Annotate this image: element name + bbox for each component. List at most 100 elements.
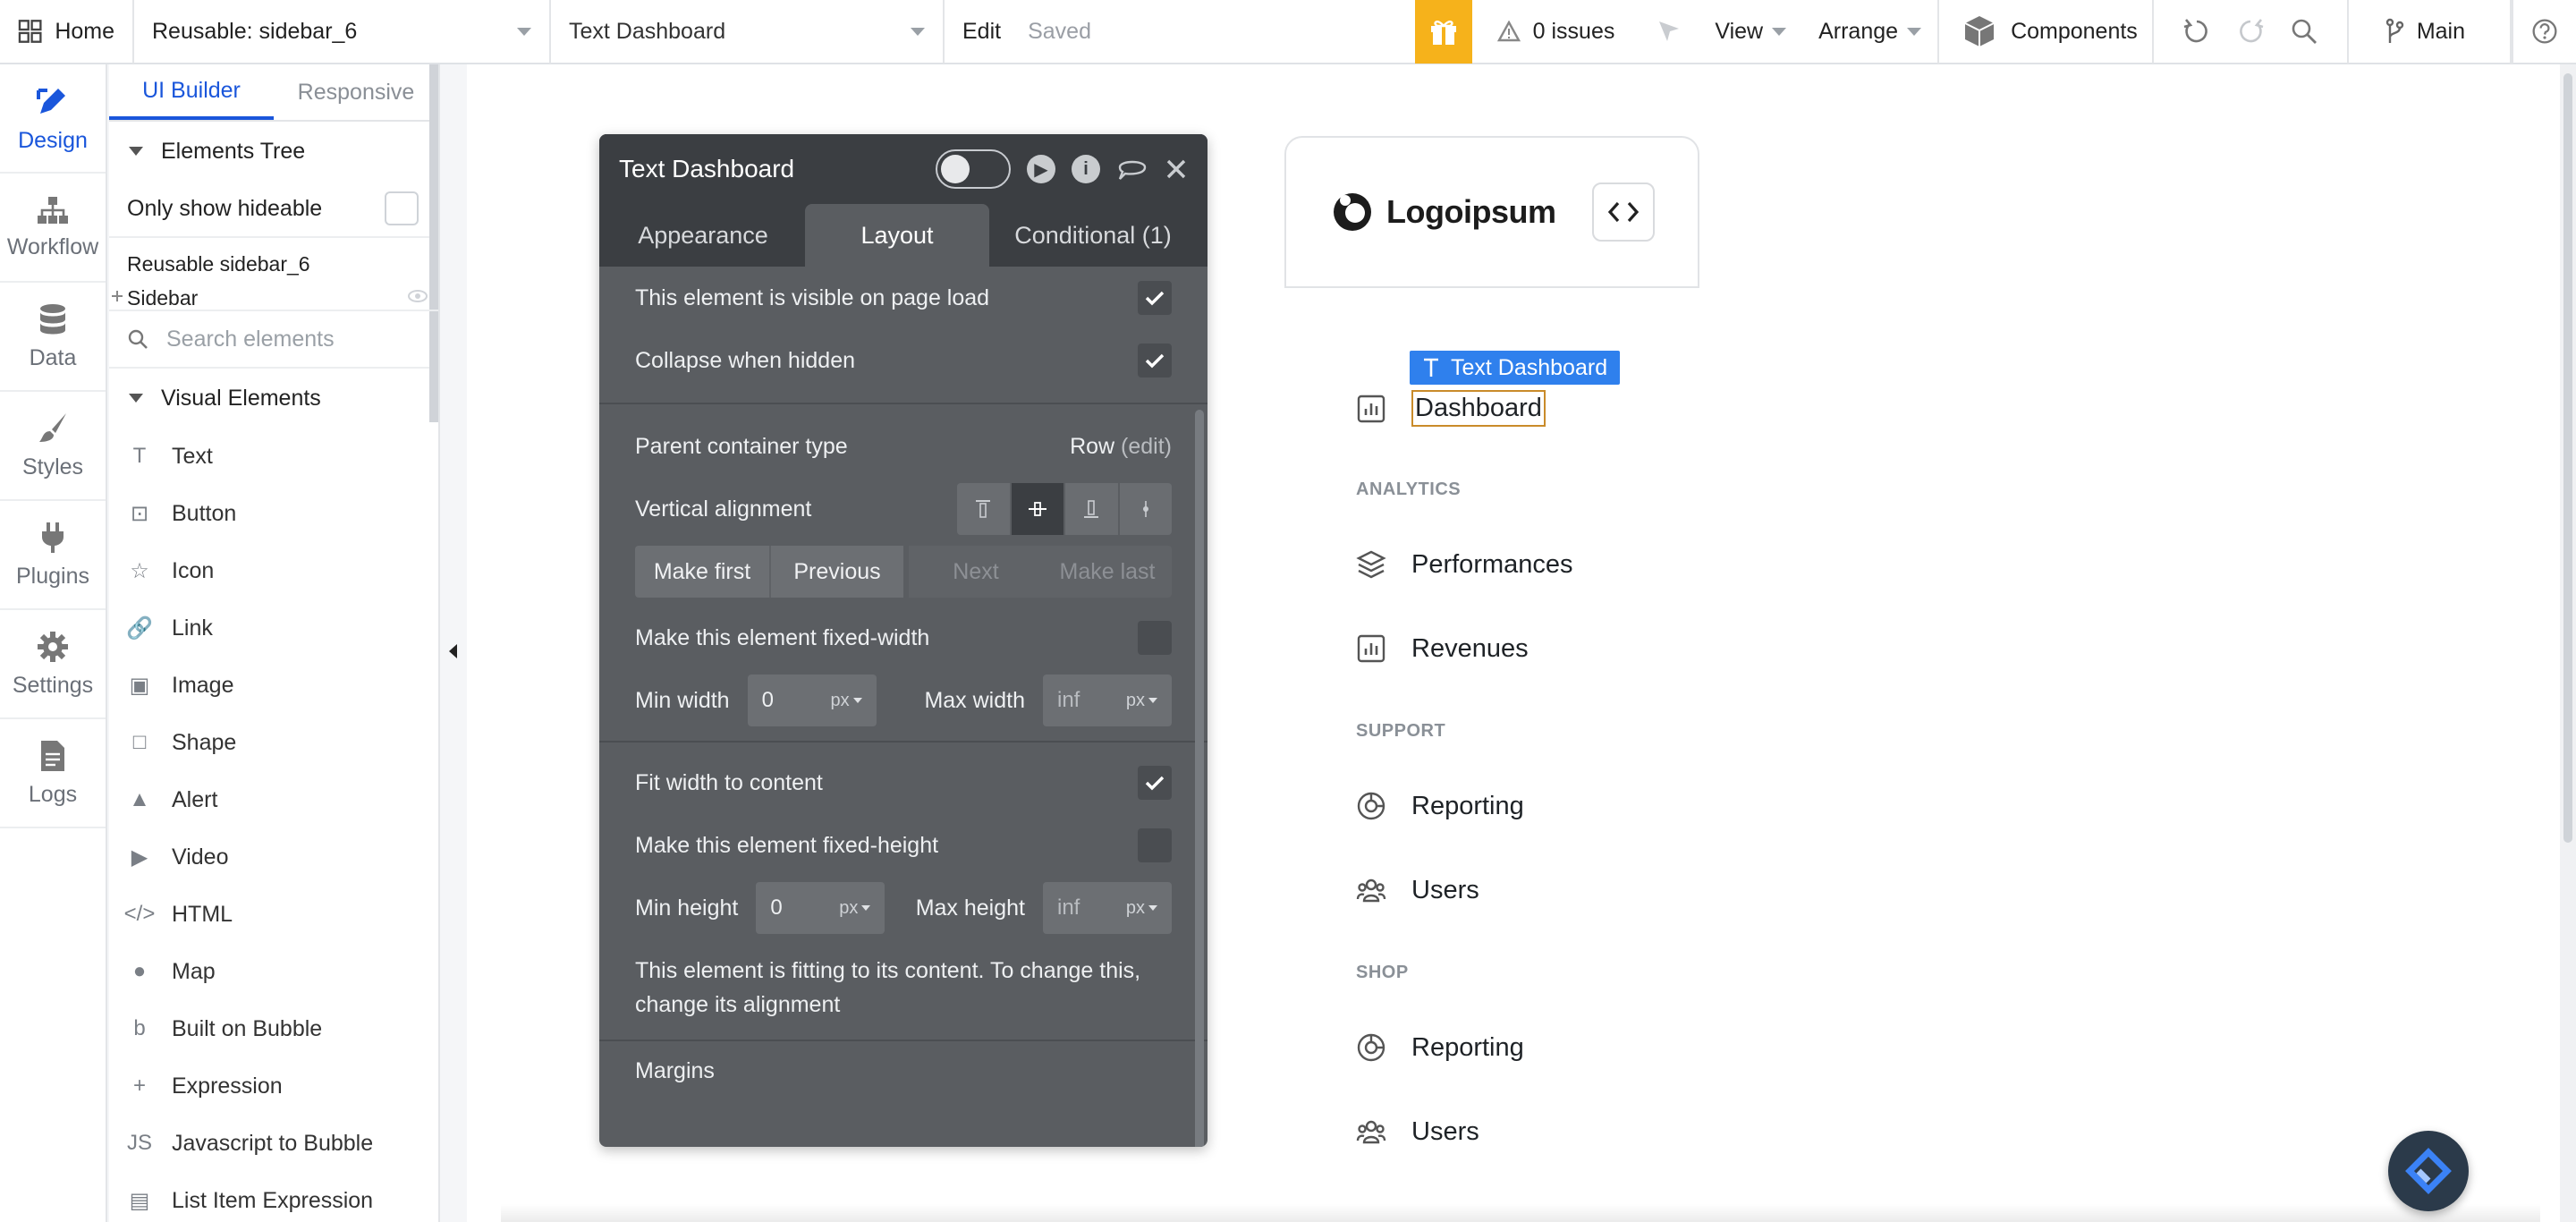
palette-item-video[interactable]: ▶ Video	[109, 828, 438, 886]
palette-item-alert[interactable]: ▲ Alert	[109, 771, 438, 828]
sidebar-item-shop-reporting[interactable]: Reporting	[1356, 1032, 1524, 1063]
sidebar-item-shop-users[interactable]: Users	[1356, 1116, 1479, 1147]
branch-selector[interactable]: Main	[2349, 0, 2512, 64]
rail-item-design[interactable]: Design	[0, 64, 106, 174]
tab-ui-builder[interactable]: UI Builder	[109, 64, 274, 120]
palette-item-link[interactable]: 🔗 Link	[109, 599, 438, 657]
rail-item-styles[interactable]: Styles	[0, 392, 106, 501]
page-selector[interactable]: Text Dashboard	[551, 0, 945, 64]
reusable-selector[interactable]: Reusable: sidebar_6	[134, 0, 551, 64]
issues-indicator[interactable]: 0 issues	[1472, 0, 1640, 64]
search-elements-row[interactable]: Search elements	[109, 311, 438, 369]
only-hideable-checkbox[interactable]	[385, 191, 419, 225]
editor-scrollbar[interactable]	[1195, 410, 1204, 1147]
palette-item-built-on-bubble[interactable]: b Built on Bubble	[109, 1000, 438, 1057]
fit-width-checkbox[interactable]	[1138, 766, 1172, 800]
palette-item-text[interactable]: T Text	[109, 428, 438, 485]
sidebar-item-users[interactable]: Users	[1356, 875, 1479, 905]
palette-item-button[interactable]: ⊡ Button	[109, 485, 438, 542]
palette-item-shape[interactable]: □ Shape	[109, 714, 438, 771]
inspect-cursor-button[interactable]	[1640, 0, 1699, 64]
redo-icon[interactable]	[2236, 17, 2265, 46]
assistant-fab[interactable]	[2388, 1131, 2469, 1211]
visible-on-load-checkbox[interactable]	[1138, 281, 1172, 315]
fit-width-row: Fit width to content	[635, 751, 1172, 814]
parent-container-value[interactable]: Row (edit)	[1070, 434, 1172, 460]
tree-item-sidebar[interactable]: Sidebar	[127, 281, 438, 315]
eye-icon[interactable]	[408, 290, 428, 302]
undo-icon[interactable]	[2182, 17, 2211, 46]
debug-toggle[interactable]	[936, 149, 1011, 189]
gift-button[interactable]	[1414, 0, 1472, 64]
margins-row[interactable]: Margins	[635, 1045, 1172, 1097]
max-width-input[interactable]: inf px	[1043, 675, 1172, 726]
unit-dropdown[interactable]: px	[1126, 898, 1157, 919]
palette-item-image[interactable]: ▣ Image	[109, 657, 438, 714]
sidebar-item-revenues[interactable]: Revenues	[1356, 633, 1529, 664]
tab-appearance[interactable]: Appearance	[601, 204, 805, 267]
close-icon[interactable]	[1165, 157, 1188, 181]
tab-layout[interactable]: Layout	[805, 204, 989, 267]
max-height-input[interactable]: inf px	[1043, 882, 1172, 934]
play-icon[interactable]: ▶	[1027, 155, 1055, 183]
edit-button[interactable]: Edit	[962, 19, 1001, 45]
help-button[interactable]	[2512, 0, 2576, 64]
make-last-button[interactable]: Make last	[1043, 546, 1172, 598]
collapse-panel-handle[interactable]	[442, 626, 463, 676]
align-baseline-button[interactable]	[1120, 483, 1173, 535]
info-icon[interactable]: i	[1072, 155, 1100, 183]
arrange-menu[interactable]: Arrange	[1802, 0, 1937, 64]
make-first-button[interactable]: Make first	[635, 546, 769, 598]
search-icon[interactable]	[2290, 17, 2318, 46]
palette-item-icon[interactable]: ☆ Icon	[109, 542, 438, 599]
logo-mark-icon	[1334, 193, 1371, 231]
sidebar-item-reporting[interactable]: Reporting	[1356, 791, 1524, 821]
unit-dropdown[interactable]: px	[830, 691, 862, 711]
rail-item-settings[interactable]: Settings	[0, 610, 106, 719]
palette-item-expression[interactable]: + Expression	[109, 1057, 438, 1115]
code-toggle-button[interactable]	[1592, 182, 1655, 242]
next-button[interactable]: Next	[909, 546, 1043, 598]
min-height-input[interactable]: 0 px	[756, 882, 886, 934]
rail-item-workflow[interactable]: Workflow	[0, 174, 106, 283]
bar-chart-icon	[1356, 633, 1386, 664]
expand-plus-icon[interactable]	[111, 290, 123, 302]
previous-button[interactable]: Previous	[769, 546, 903, 598]
fixed-height-checkbox[interactable]	[1138, 828, 1172, 862]
align-top-button[interactable]	[957, 483, 1012, 535]
tree-item-reusable[interactable]: Reusable sidebar_6	[127, 247, 438, 281]
palette-item-html[interactable]: </> HTML	[109, 886, 438, 943]
components-button[interactable]: Components	[1937, 0, 2154, 64]
align-bottom-button[interactable]	[1065, 483, 1120, 535]
comment-icon[interactable]	[1116, 155, 1148, 183]
view-menu[interactable]: View	[1699, 0, 1802, 64]
palette-item-map[interactable]: ● Map	[109, 943, 438, 1000]
fixed-width-checkbox[interactable]	[1138, 621, 1172, 655]
sidebar-logo-box[interactable]: Logoipsum	[1284, 136, 1699, 288]
visual-elements-header[interactable]: Visual Elements	[109, 369, 438, 428]
elements-tree-header[interactable]: Elements Tree	[109, 122, 438, 181]
rail-item-data[interactable]: Data	[0, 283, 106, 392]
parent-type-edit-link[interactable]: (edit)	[1121, 434, 1172, 459]
unit-dropdown[interactable]: px	[1126, 691, 1157, 711]
palette-item-label: Javascript to Bubble	[172, 1130, 374, 1156]
rail-item-plugins[interactable]: Plugins	[0, 501, 106, 610]
rail-item-logs[interactable]: Logs	[0, 719, 106, 828]
dashboard-text[interactable]: Dashboard	[1411, 390, 1546, 427]
unit-dropdown[interactable]: px	[839, 898, 871, 919]
home-button[interactable]: Home	[0, 0, 134, 64]
palette-item-list-item-expression[interactable]: ▤ List Item Expression	[109, 1172, 438, 1222]
min-width-input[interactable]: 0 px	[747, 675, 877, 726]
min-height-value: 0	[770, 895, 783, 920]
align-center-button[interactable]	[1011, 483, 1065, 535]
editor-header[interactable]: Text Dashboard ▶ i	[599, 134, 1208, 204]
palette-item-javascript-to-bubble[interactable]: JS Javascript to Bubble	[109, 1115, 438, 1172]
sidebar-item-performances[interactable]: Performances	[1356, 549, 1573, 580]
sidebar-item-dashboard[interactable]: Dashboard	[1356, 390, 1546, 427]
tab-responsive[interactable]: Responsive	[274, 64, 438, 120]
collapse-hidden-checkbox[interactable]	[1138, 344, 1172, 378]
checkmark-icon	[1145, 353, 1165, 369]
canvas-scrollbar[interactable]	[2560, 64, 2576, 1222]
search-elements-input[interactable]: Search elements	[166, 327, 335, 352]
tab-conditional[interactable]: Conditional (1)	[989, 204, 1197, 267]
